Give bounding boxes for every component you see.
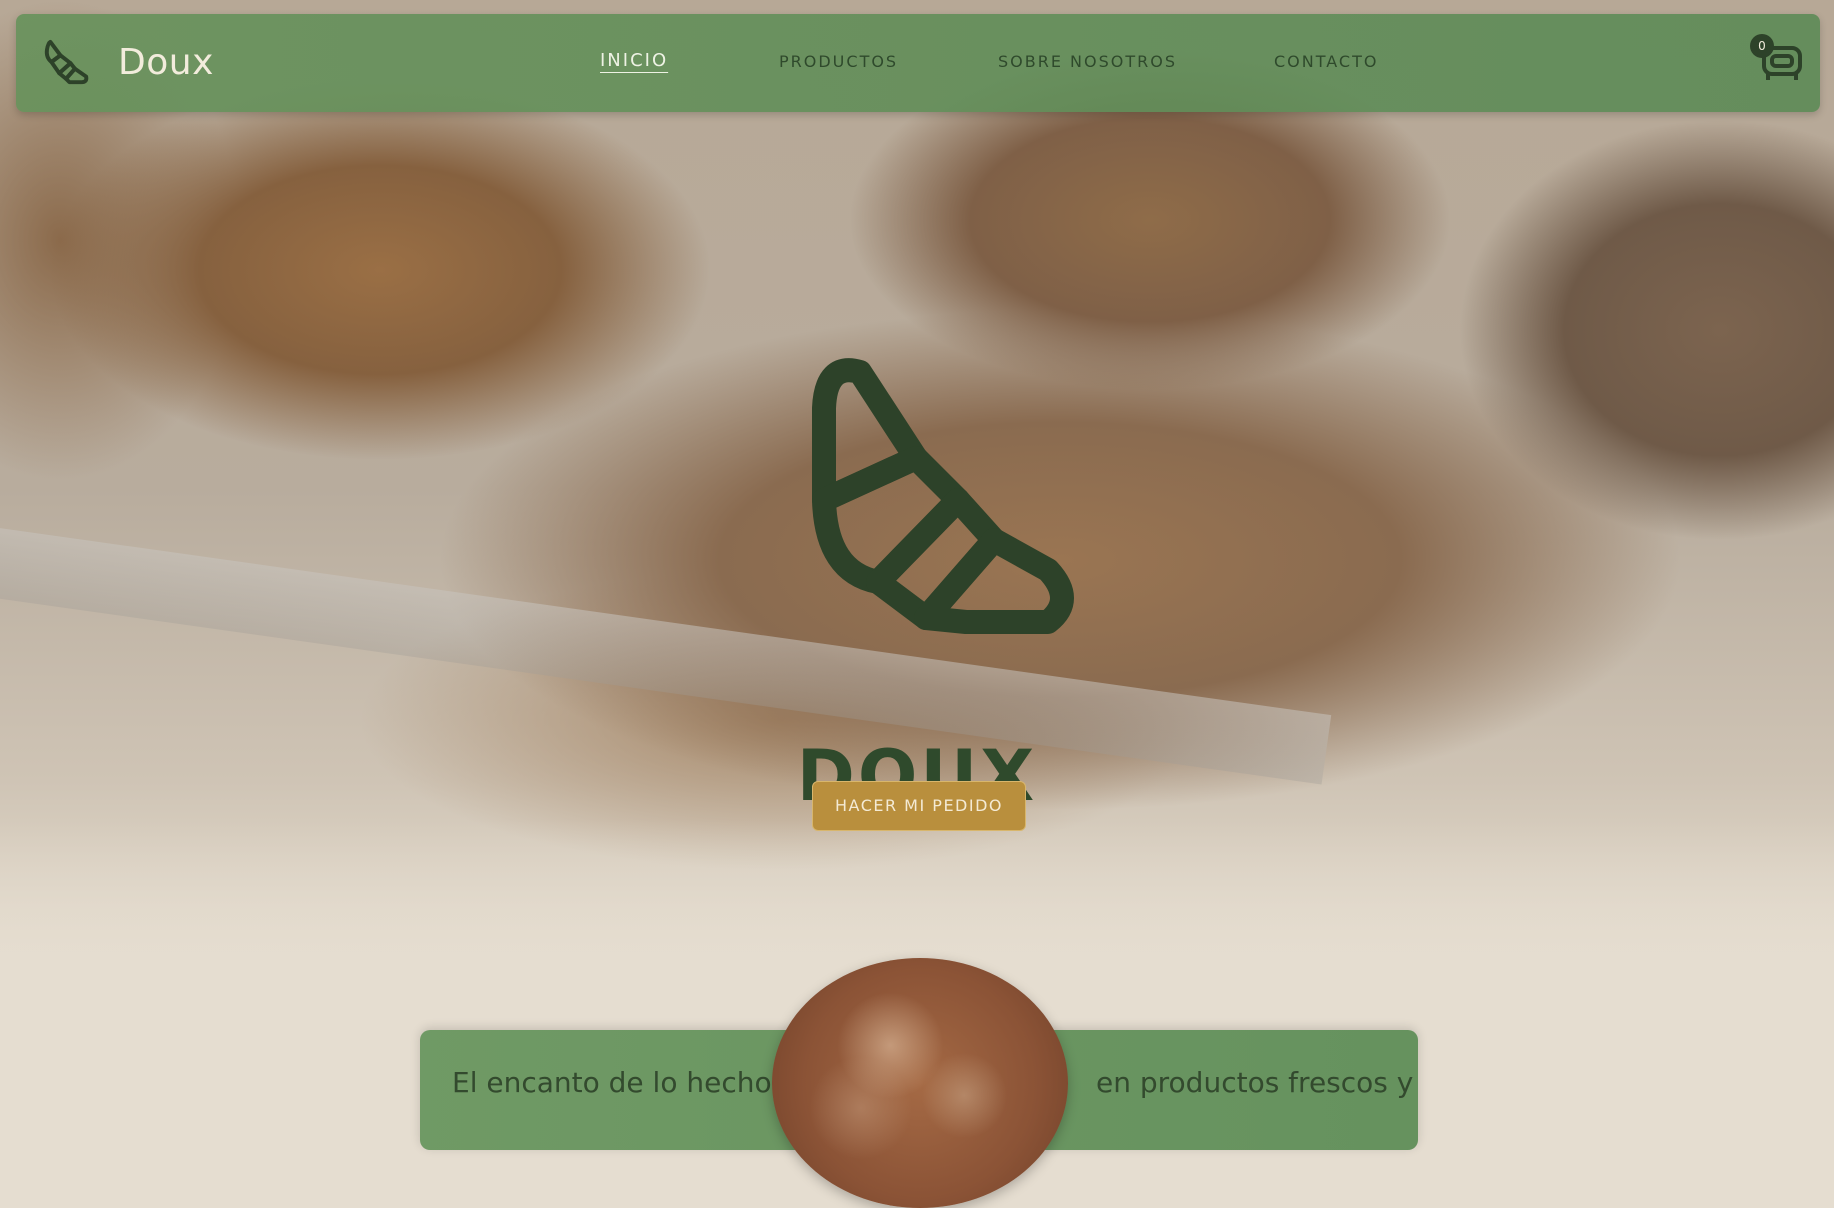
round-bread-image xyxy=(772,958,1068,1208)
navbar: Doux INICIO PRODUCTOS SOBRE NOSOTROS CON… xyxy=(16,14,1820,112)
intro-text-left: El encanto de lo hecho xyxy=(452,1066,772,1099)
cart-button[interactable]: 0 xyxy=(1750,34,1806,90)
nav-item-productos[interactable]: PRODUCTOS xyxy=(779,52,898,71)
croissant-icon xyxy=(812,358,1074,634)
intro-text-right: en productos frescos y xyxy=(1096,1066,1414,1099)
nav-item-sobre-nosotros[interactable]: SOBRE NOSOTROS xyxy=(998,52,1177,71)
nav-item-contacto[interactable]: CONTACTO xyxy=(1274,52,1378,71)
cart-count-badge: 0 xyxy=(1750,34,1774,58)
nav-links: INICIO PRODUCTOS SOBRE NOSOTROS CONTACTO xyxy=(16,14,1820,112)
nav-item-inicio[interactable]: INICIO xyxy=(600,50,668,71)
order-button[interactable]: HACER MI PEDIDO xyxy=(812,781,1026,831)
